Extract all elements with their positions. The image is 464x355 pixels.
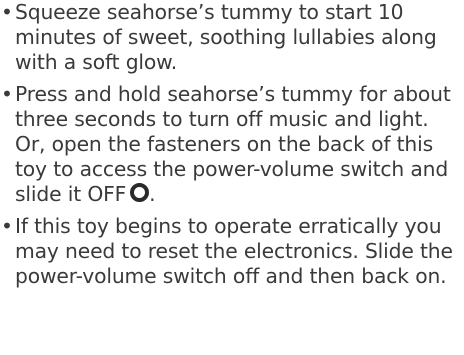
instruction-item-reset: • If this toy begins to operate erratica… xyxy=(0,214,464,290)
instruction-item-squeeze: • Squeeze seahorse’s tummy to start 10 m… xyxy=(0,0,464,76)
instruction-text: Press and hold seahorse’s tummy for abou… xyxy=(15,81,451,207)
instruction-text: If this toy begins to operate erraticall… xyxy=(15,213,453,289)
bullet-icon: • xyxy=(1,81,13,106)
bullet-icon: • xyxy=(1,0,13,24)
instruction-item-turn-off: • Press and hold seahorse’s tummy for ab… xyxy=(1,81,451,207)
instruction-list: • Squeeze seahorse’s tummy to start 10 m… xyxy=(0,0,464,289)
instruction-text: Squeeze seahorse’s tummy to start 10 min… xyxy=(15,0,437,75)
bullet-icon: • xyxy=(1,213,13,238)
power-off-circle-icon xyxy=(130,183,150,203)
